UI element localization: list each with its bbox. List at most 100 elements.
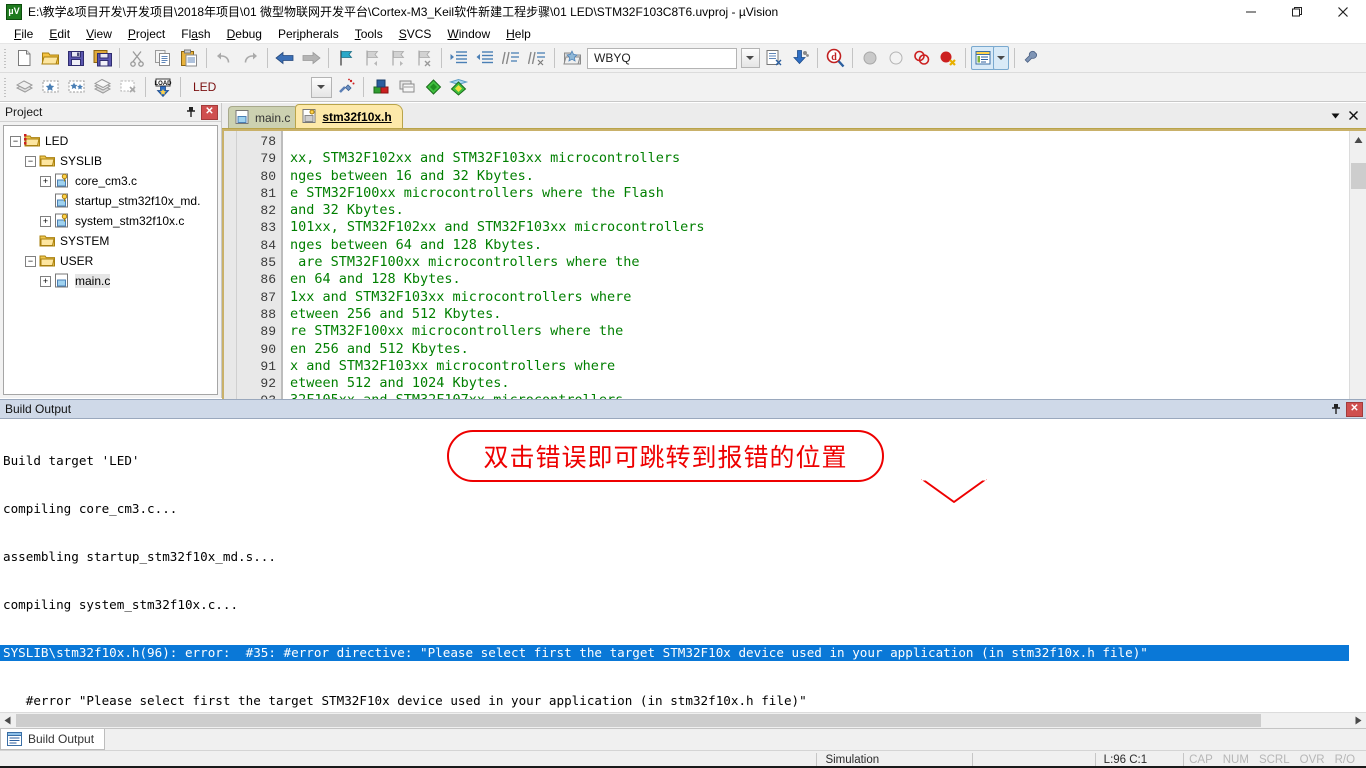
insert-breakpoint-icon[interactable] bbox=[858, 46, 882, 70]
maximize-button[interactable] bbox=[1274, 0, 1320, 24]
expander-toggle[interactable]: + bbox=[40, 175, 51, 187]
disable-breakpoint-icon[interactable] bbox=[884, 46, 908, 70]
scrollbar-thumb[interactable] bbox=[1351, 163, 1366, 189]
rebuild-all-icon[interactable] bbox=[64, 75, 88, 99]
scrollbar-track[interactable] bbox=[16, 713, 1350, 728]
menu-view[interactable]: View bbox=[78, 25, 120, 43]
tree-node-led[interactable]: − LED bbox=[8, 131, 215, 151]
configure-icon[interactable] bbox=[1020, 46, 1044, 70]
close-icon[interactable]: ✕ bbox=[1346, 401, 1363, 417]
tree-node-main-c[interactable]: + main.c bbox=[8, 271, 215, 291]
toolbar-grip[interactable] bbox=[2, 47, 9, 69]
find-in-files-icon[interactable]: d bbox=[823, 46, 847, 70]
manage-windows-dropdown-icon[interactable] bbox=[993, 46, 1009, 70]
new-file-icon[interactable] bbox=[12, 46, 36, 70]
build-line[interactable]: #error "Please select first the target S… bbox=[0, 693, 1366, 709]
comment-block-icon[interactable] bbox=[499, 46, 523, 70]
download-icon[interactable] bbox=[788, 46, 812, 70]
menu-tools[interactable]: Tools bbox=[347, 25, 391, 43]
close-button[interactable] bbox=[1320, 0, 1366, 24]
close-icon[interactable] bbox=[1344, 105, 1362, 125]
navigate-forward-icon[interactable] bbox=[299, 46, 323, 70]
tree-node-system[interactable]: SYSTEM bbox=[8, 231, 215, 251]
minimize-button[interactable] bbox=[1228, 0, 1274, 24]
bookmark-next-icon[interactable] bbox=[386, 46, 410, 70]
tree-node-core-cm3[interactable]: + core_cm3.c bbox=[8, 171, 215, 191]
build-line[interactable]: assembling startup_stm32f10x_md.s... bbox=[0, 549, 1366, 565]
pack-installer-icon[interactable] bbox=[421, 75, 445, 99]
pin-icon[interactable] bbox=[1328, 401, 1344, 417]
multi-project-icon[interactable] bbox=[395, 75, 419, 99]
batch-build-icon[interactable] bbox=[90, 75, 114, 99]
project-window-icon[interactable] bbox=[762, 46, 786, 70]
tree-node-user[interactable]: − USER bbox=[8, 251, 215, 271]
expander-toggle[interactable]: − bbox=[25, 255, 36, 267]
uncomment-block-icon[interactable] bbox=[525, 46, 549, 70]
menu-peripherals[interactable]: Peripherals bbox=[270, 25, 347, 43]
code-editor[interactable]: 78 79 80 81 82 83 84 85 86 87 88 89 90 9… bbox=[222, 129, 1366, 428]
redo-icon[interactable] bbox=[238, 46, 262, 70]
tab-stm32f10x-h[interactable]: stm32f10x.h bbox=[295, 104, 403, 128]
menu-file[interactable]: File bbox=[6, 25, 41, 43]
menu-edit[interactable]: Edit bbox=[41, 25, 78, 43]
menu-project[interactable]: Project bbox=[120, 25, 173, 43]
bottom-tab-build-output[interactable]: Build Output bbox=[0, 729, 106, 750]
editor-text[interactable]: xx, STM32F102xx and STM32F103xx microcon… bbox=[283, 131, 1349, 427]
build-line[interactable]: compiling system_stm32f10x.c... bbox=[0, 597, 1366, 613]
menu-svcs[interactable]: SVCS bbox=[391, 25, 440, 43]
kill-all-breakpoints-icon[interactable] bbox=[910, 46, 934, 70]
manage-run-env-icon[interactable] bbox=[447, 75, 471, 99]
manage-windows-icon[interactable] bbox=[971, 46, 995, 70]
menu-help[interactable]: Help bbox=[498, 25, 539, 43]
paste-icon[interactable] bbox=[177, 46, 201, 70]
pin-icon[interactable] bbox=[183, 104, 199, 120]
navigate-back-icon[interactable] bbox=[273, 46, 297, 70]
undo-icon[interactable] bbox=[212, 46, 236, 70]
editor-breakpoint-margin[interactable] bbox=[224, 131, 237, 428]
stop-build-icon[interactable] bbox=[116, 75, 140, 99]
indent-left-icon[interactable] bbox=[473, 46, 497, 70]
project-tree[interactable]: − LED − SYSLIB + core_cm3.c startup_stm3… bbox=[3, 125, 218, 395]
close-icon[interactable]: ✕ bbox=[201, 104, 218, 120]
manage-components-icon[interactable] bbox=[369, 75, 393, 99]
expander-toggle[interactable]: + bbox=[40, 275, 51, 287]
download-to-flash-icon[interactable]: LOAD bbox=[151, 75, 175, 99]
build-line-selected[interactable]: SYSLIB\stm32f10x.h(96): error: #35: #err… bbox=[0, 645, 1349, 661]
scroll-left-arrow-icon[interactable] bbox=[0, 713, 16, 728]
build-output-horizontal-scrollbar[interactable] bbox=[0, 712, 1366, 728]
build-icon[interactable] bbox=[12, 75, 36, 99]
expander-toggle[interactable]: − bbox=[25, 155, 36, 167]
menu-window[interactable]: Window bbox=[439, 25, 498, 43]
save-all-icon[interactable] bbox=[90, 46, 114, 70]
disable-all-breakpoints-icon[interactable] bbox=[936, 46, 960, 70]
project-target-dropdown[interactable] bbox=[310, 75, 332, 99]
bookmark-toggle-icon[interactable] bbox=[334, 46, 358, 70]
toolbar-grip[interactable] bbox=[2, 76, 9, 98]
tree-node-syslib[interactable]: − SYSLIB bbox=[8, 151, 215, 171]
scrollbar-thumb[interactable] bbox=[16, 714, 1261, 727]
build-line[interactable]: compiling core_cm3.c... bbox=[0, 501, 1366, 517]
menu-debug[interactable]: Debug bbox=[219, 25, 270, 43]
copy-icon[interactable] bbox=[151, 46, 175, 70]
expander-toggle[interactable]: + bbox=[40, 215, 51, 227]
tree-node-system-stm32f10x[interactable]: + system_stm32f10x.c bbox=[8, 211, 215, 231]
rebuild-icon[interactable] bbox=[38, 75, 62, 99]
expander-toggle[interactable]: − bbox=[10, 135, 21, 147]
editor-vertical-scrollbar[interactable] bbox=[1349, 131, 1366, 428]
indent-right-icon[interactable] bbox=[447, 46, 471, 70]
bookmark-clear-icon[interactable] bbox=[412, 46, 436, 70]
cut-icon[interactable] bbox=[125, 46, 149, 70]
save-icon[interactable] bbox=[64, 46, 88, 70]
target-selector-dropdown[interactable] bbox=[740, 46, 760, 70]
tree-node-startup[interactable]: startup_stm32f10x_md. bbox=[8, 191, 215, 211]
target-options-icon[interactable] bbox=[334, 75, 358, 99]
menu-flash[interactable]: Flash bbox=[173, 25, 218, 43]
configure-target-icon[interactable] bbox=[560, 46, 584, 70]
scroll-up-arrow-icon[interactable] bbox=[1350, 131, 1366, 148]
target-selector[interactable]: WBYQ bbox=[587, 47, 737, 69]
scroll-right-arrow-icon[interactable] bbox=[1350, 713, 1366, 728]
open-file-icon[interactable] bbox=[38, 46, 62, 70]
bookmark-prev-icon[interactable] bbox=[360, 46, 384, 70]
tab-main-c[interactable]: main.c bbox=[228, 106, 302, 128]
chevron-down-icon[interactable] bbox=[1326, 105, 1344, 125]
